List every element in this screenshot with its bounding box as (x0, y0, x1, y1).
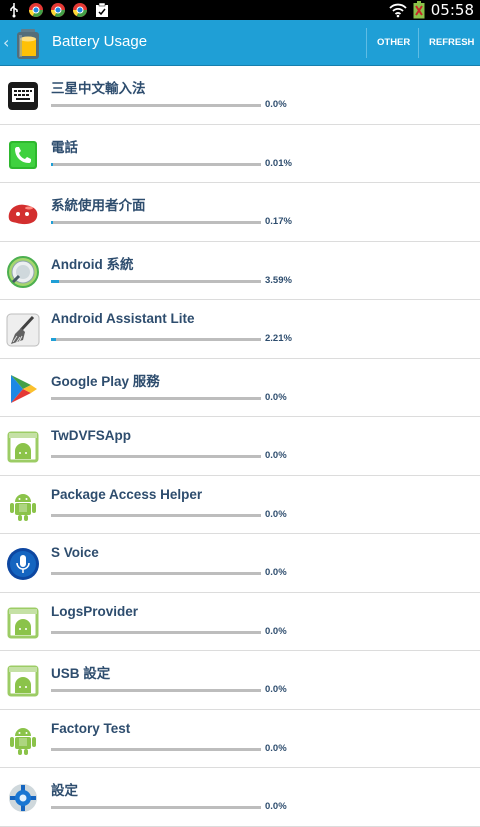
battery-usage-list: 三星中文輸入法 0.0% 電話 0.01% 系統使用者介面 0.17% Andr (0, 66, 480, 827)
apk-icon (7, 607, 39, 638)
usage-percent: 0.17% (265, 216, 292, 227)
list-item[interactable]: USB 設定 0.0% (0, 651, 480, 710)
usage-percent: 0.0% (265, 684, 287, 695)
app-name: TwDVFSApp (51, 428, 131, 443)
chrome-icon (51, 3, 65, 17)
jellybean-icon (8, 204, 38, 225)
clipboard-icon (96, 2, 108, 17)
usage-bar (51, 513, 261, 517)
action-divider (366, 28, 367, 58)
usage-bar (51, 279, 261, 283)
list-item[interactable]: Package Access Helper 0.0% (0, 476, 480, 534)
app-name: USB 設定 (51, 666, 111, 681)
app-name: Android 系統 (51, 256, 134, 272)
app-name: Google Play 服務 (51, 373, 160, 389)
app-name: 設定 (51, 783, 78, 798)
microphone-icon (7, 548, 39, 580)
usage-bar-fill (51, 162, 53, 166)
play-services-icon (11, 374, 37, 403)
wifi-icon (389, 3, 407, 18)
usage-percent: 0.0% (265, 450, 287, 461)
usage-bar-fill (51, 221, 53, 224)
usage-bar-fill (51, 338, 56, 341)
usage-percent: 0.0% (265, 508, 287, 520)
battery-icon (413, 1, 425, 19)
keyboard-icon (8, 82, 38, 110)
usage-bar (51, 806, 261, 809)
usage-bar (51, 572, 261, 575)
android-robot-icon (10, 493, 36, 521)
usage-bar (51, 747, 261, 751)
app-name: 三星中文輸入法 (51, 81, 146, 96)
clock: 05:58 (430, 1, 474, 19)
usage-percent: 0.0% (265, 742, 287, 754)
app-name: Android Assistant Lite (51, 311, 195, 326)
system-status: 05:58 (389, 0, 474, 20)
list-item[interactable]: Android 系統 3.59% (0, 242, 480, 300)
list-item[interactable]: TwDVFSApp 0.0% (0, 417, 480, 476)
app-name: 電話 (51, 139, 78, 155)
battery-app-icon[interactable] (10, 25, 46, 61)
list-item[interactable]: Google Play 服務 0.0% (0, 359, 480, 417)
usage-bar (51, 455, 261, 458)
action-bar: ‹ Battery Usage OTHER REFRESH (0, 20, 480, 66)
notification-icons (6, 2, 110, 18)
android-system-icon (7, 255, 39, 288)
app-name: 系統使用者介面 (51, 198, 146, 213)
usage-bar (51, 221, 261, 224)
usage-bar (51, 338, 261, 341)
apk-icon (7, 431, 39, 463)
back-caret-icon[interactable]: ‹ (3, 33, 9, 52)
page-title: Battery Usage (52, 33, 148, 50)
usage-bar (51, 689, 261, 692)
app-name: S Voice (51, 545, 99, 560)
android-robot-icon (10, 727, 36, 755)
list-item[interactable]: Factory Test 0.0% (0, 710, 480, 768)
list-item[interactable]: Android Assistant Lite 2.21% (0, 300, 480, 359)
list-item[interactable]: 系統使用者介面 0.17% (0, 183, 480, 242)
chrome-icon (29, 3, 43, 17)
settings-gear-icon (9, 784, 37, 812)
other-button[interactable]: OTHER (377, 37, 410, 48)
usb-icon (10, 3, 18, 18)
phone-icon (9, 140, 37, 169)
chrome-icon (73, 3, 87, 17)
usage-bar (51, 104, 261, 107)
list-item[interactable]: 三星中文輸入法 0.0% (0, 66, 480, 125)
app-name: Package Access Helper (51, 486, 203, 502)
usage-bar-fill (51, 279, 59, 283)
usage-percent: 0.0% (265, 625, 287, 637)
broom-icon (6, 313, 40, 347)
usage-percent: 3.59% (265, 274, 292, 286)
action-divider (418, 28, 419, 58)
usage-bar (51, 396, 261, 400)
list-item[interactable]: LogsProvider 0.0% (0, 593, 480, 651)
usage-percent: 0.0% (265, 391, 287, 403)
status-bar: 05:58 (0, 0, 480, 20)
app-name: Factory Test (51, 720, 131, 736)
usage-percent: 0.0% (265, 99, 287, 110)
refresh-button[interactable]: REFRESH (429, 37, 474, 48)
list-item[interactable]: S Voice 0.0% (0, 534, 480, 593)
app-name: LogsProvider (51, 603, 139, 619)
list-item[interactable]: 電話 0.01% (0, 125, 480, 183)
usage-percent: 0.0% (265, 567, 287, 578)
apk-icon (7, 665, 39, 697)
list-item[interactable]: 設定 0.0% (0, 768, 480, 827)
usage-percent: 2.21% (265, 333, 292, 344)
usage-bar (51, 630, 261, 634)
usage-bar (51, 162, 261, 166)
usage-percent: 0.0% (265, 801, 287, 812)
usage-percent: 0.01% (265, 157, 292, 169)
